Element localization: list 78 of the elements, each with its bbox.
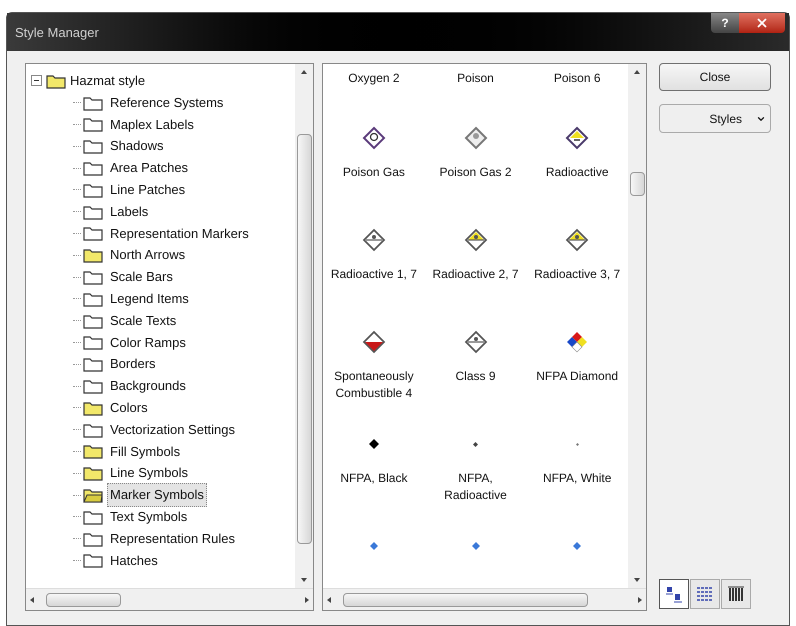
hazard-diamond-icon xyxy=(464,330,488,354)
vertical-scrollbar[interactable] xyxy=(628,64,646,588)
symbol-label[interactable]: Radioactive 1, 7 xyxy=(326,266,422,283)
tree-item[interactable]: North Arrows xyxy=(107,243,188,268)
symbol-label[interactable]: NFPA, White xyxy=(529,470,626,487)
symbol-label[interactable]: Radioactive 3, 7 xyxy=(529,266,626,283)
scroll-down-icon[interactable] xyxy=(301,578,308,582)
symbol-label[interactable]: NFPA, Radioactive xyxy=(428,470,524,504)
hazard-diamond-icon xyxy=(464,126,488,150)
tree-item[interactable]: Text Symbols xyxy=(107,504,190,529)
tree-item[interactable]: Line Patches xyxy=(107,178,188,202)
symbol-label[interactable]: Poison Gas xyxy=(326,164,422,181)
scrollbar-thumb[interactable] xyxy=(296,134,312,544)
scroll-down-icon[interactable] xyxy=(634,578,640,582)
folder-icon xyxy=(46,72,66,89)
tree-item[interactable]: Reference Systems xyxy=(107,90,226,115)
symbol-label[interactable]: Spontaneously Combustible 4 xyxy=(326,368,422,402)
nfpa-diamond-icon xyxy=(565,330,590,354)
symbol-label[interactable]: Poison 6 xyxy=(529,70,626,87)
symbol-label[interactable]: Class 9 xyxy=(428,368,524,385)
horizontal-scrollbar[interactable] xyxy=(26,588,314,610)
hazard-diamond-icon xyxy=(362,228,386,252)
diamond-icon xyxy=(576,442,579,446)
close-button[interactable]: Close xyxy=(659,63,771,91)
tree-item[interactable]: Color Ramps xyxy=(107,330,189,354)
hazard-diamond-icon xyxy=(565,126,590,150)
diamond-icon xyxy=(473,442,478,446)
tree-item[interactable]: Legend Items xyxy=(107,286,192,311)
hazard-diamond-icon xyxy=(362,126,386,150)
tree-item[interactable]: Labels xyxy=(107,200,152,224)
symbol-label[interactable]: Poison Gas 2 xyxy=(428,164,524,181)
symbol-label[interactable]: Oxygen 2 xyxy=(326,70,422,87)
hazard-diamond-icon xyxy=(565,228,590,252)
styles-dropdown-button[interactable]: Styles xyxy=(659,104,771,133)
symbol-label[interactable]: Radioactive 2, 7 xyxy=(428,266,524,283)
close-icon xyxy=(755,16,769,30)
tree-item[interactable]: Hazmat style xyxy=(70,70,146,92)
scroll-left-icon[interactable] xyxy=(327,596,332,602)
tree-item[interactable]: Colors xyxy=(107,396,151,420)
tree-item[interactable]: Scale Bars xyxy=(107,265,176,289)
tree-item[interactable]: Shadows xyxy=(107,134,166,158)
vertical-scrollbar[interactable] xyxy=(295,64,314,588)
scroll-up-icon[interactable] xyxy=(301,70,308,74)
scrollbar-thumb[interactable] xyxy=(343,592,588,606)
large-icons-view-icon xyxy=(664,584,684,604)
scroll-left-icon[interactable] xyxy=(30,596,34,602)
collapse-toggle[interactable] xyxy=(31,75,42,86)
scroll-right-icon[interactable] xyxy=(638,596,642,602)
hazard-diamond-icon xyxy=(362,330,386,354)
tree-item[interactable]: Maplex Labels xyxy=(107,112,197,136)
tree-item[interactable]: Area Patches xyxy=(107,156,192,180)
scroll-up-icon[interactable] xyxy=(634,70,640,74)
scrollbar-thumb[interactable] xyxy=(46,592,121,606)
view-mode-button[interactable] xyxy=(721,579,751,609)
symbol-label[interactable]: NFPA, Black xyxy=(326,470,422,487)
window-title: Style Manager xyxy=(15,24,99,42)
tree-item[interactable]: Line Symbols xyxy=(107,461,192,486)
tree-item[interactable]: Hatches xyxy=(107,548,161,572)
symbol-label[interactable]: NFPA Diamond xyxy=(529,368,626,385)
tree-item[interactable]: Scale Texts xyxy=(107,308,180,333)
scrollbar-thumb[interactable] xyxy=(630,172,644,196)
tree-item[interactable]: Fill Symbols xyxy=(107,440,184,464)
tree-item[interactable]: Marker Symbols xyxy=(107,483,207,507)
scroll-right-icon[interactable] xyxy=(305,596,310,602)
view-mode-button[interactable] xyxy=(690,579,720,609)
tree-item[interactable]: Vectorization Settings xyxy=(107,418,238,442)
hazard-diamond-icon xyxy=(464,228,488,252)
help-button[interactable]: ? xyxy=(711,13,739,33)
tree-item[interactable]: Backgrounds xyxy=(107,374,189,398)
view-mode-button[interactable] xyxy=(659,579,689,609)
symbol-label[interactable]: Radioactive xyxy=(529,164,626,181)
tree-item[interactable]: Representation Rules xyxy=(107,526,238,551)
details-view-icon xyxy=(726,584,746,604)
close-window-button[interactable] xyxy=(739,13,785,33)
tree-item[interactable]: Borders xyxy=(107,352,159,376)
tree-item[interactable]: Representation Markers xyxy=(107,222,252,246)
horizontal-scrollbar[interactable] xyxy=(323,588,646,610)
symbol-label[interactable]: Poison xyxy=(428,70,524,87)
